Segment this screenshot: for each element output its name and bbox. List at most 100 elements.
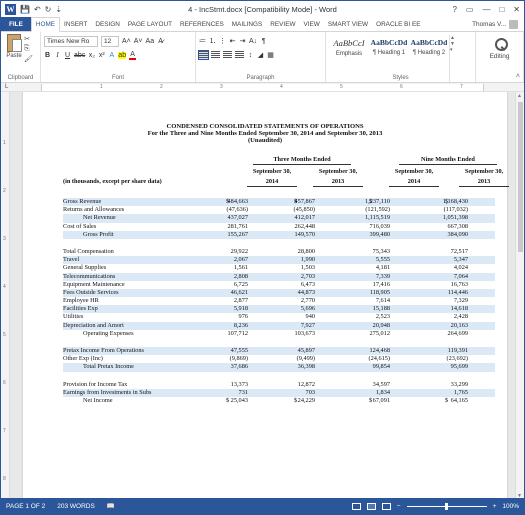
- change-case-icon[interactable]: Aa: [146, 38, 155, 45]
- tab-smart-view[interactable]: SMART VIEW: [324, 17, 372, 31]
- superscript-button[interactable]: x²: [98, 52, 105, 59]
- row-value: (9,869): [229, 355, 248, 363]
- customize-qat-icon[interactable]: ⇣: [55, 5, 62, 14]
- align-center-icon[interactable]: [211, 51, 220, 59]
- styles-group-label: Styles: [392, 75, 409, 81]
- row-value: 1,237,110: [365, 198, 390, 205]
- row-value: 7,927: [300, 321, 315, 329]
- zoom-slider[interactable]: [406, 502, 487, 510]
- status-bar: PAGE 1 OF 2 203 WORDS 📖 − + 100%: [1, 498, 524, 514]
- highlight-icon[interactable]: ab: [118, 51, 127, 59]
- tab-oracle-bi-ee[interactable]: ORACLE BI EE: [372, 17, 424, 31]
- zoom-out-button[interactable]: −: [397, 503, 401, 510]
- close-button[interactable]: ✕: [513, 5, 520, 14]
- row-label: Equipment Maintenance: [63, 280, 125, 288]
- increase-indent-icon[interactable]: ⇥: [239, 37, 246, 45]
- read-mode-icon[interactable]: [351, 502, 361, 510]
- horizontal-ruler[interactable]: L 1 2 3 4 5 6 7: [1, 83, 524, 92]
- vertical-scrollbar[interactable]: ▲ ▼: [515, 92, 524, 500]
- tab-selector-icon[interactable]: L: [5, 84, 8, 90]
- tab-home[interactable]: HOME: [30, 17, 61, 32]
- strikethrough-button[interactable]: abc: [74, 52, 85, 59]
- row-value: 262,448: [294, 222, 315, 230]
- page-count[interactable]: PAGE 1 OF 2: [6, 503, 45, 510]
- word-count[interactable]: 203 WORDS: [57, 503, 95, 510]
- tab-insert[interactable]: INSERT: [60, 17, 91, 31]
- font-size-select[interactable]: 12: [101, 35, 119, 47]
- align-left-icon[interactable]: [198, 50, 209, 60]
- scroll-thumb[interactable]: [518, 102, 523, 252]
- ruler-track: 1 2 3 4 5 6 7: [41, 84, 484, 91]
- bullets-icon[interactable]: ≔: [199, 37, 206, 45]
- row-value: 47,555: [230, 347, 248, 354]
- vertical-ruler[interactable]: 1 2 3 4 5 6 7 8: [1, 92, 10, 500]
- ruler-number: 3: [220, 84, 223, 90]
- text-effects-icon[interactable]: A: [108, 52, 115, 59]
- web-layout-icon[interactable]: [381, 502, 391, 510]
- tab-review[interactable]: REVIEW: [266, 17, 299, 31]
- format-painter-icon[interactable]: 🖌: [24, 55, 33, 63]
- row-value: 437,027: [227, 214, 248, 222]
- italic-button[interactable]: I: [54, 51, 61, 59]
- row-value: 8,236: [233, 321, 248, 329]
- line-spacing-icon[interactable]: ↕: [247, 52, 254, 59]
- clear-formatting-icon[interactable]: A̷: [157, 38, 164, 45]
- tab-page-layout[interactable]: PAGE LAYOUT: [124, 17, 176, 31]
- scroll-up-icon[interactable]: ▲: [517, 93, 522, 99]
- user-account[interactable]: Thomas V...: [472, 17, 524, 31]
- redo-icon[interactable]: ↻: [45, 5, 52, 14]
- show-marks-icon[interactable]: ¶: [260, 38, 267, 45]
- undo-icon[interactable]: ↶: [34, 5, 41, 14]
- statement-row: Employee HR 2,877 2,770 7,614 7,329: [63, 297, 495, 305]
- save-icon[interactable]: 💾: [20, 5, 30, 14]
- style-emphasis[interactable]: AaBbCcI Emphasis: [329, 35, 369, 65]
- underline-button[interactable]: U: [64, 52, 71, 59]
- styles-group: AaBbCcI Emphasis AaBbCcDd ¶ Heading 1 Aa…: [326, 32, 476, 82]
- subscript-button[interactable]: x₂: [88, 52, 95, 59]
- ribbon-display-button[interactable]: ▭: [466, 5, 474, 14]
- cut-icon[interactable]: ✂: [24, 35, 33, 43]
- shading-icon[interactable]: ◢: [257, 51, 264, 59]
- row-label: Returns and Allowances: [63, 206, 125, 214]
- row-value: (23,692): [446, 355, 468, 363]
- find-icon: [494, 36, 508, 51]
- collapse-ribbon-icon[interactable]: ˄: [516, 73, 520, 80]
- copy-icon[interactable]: ⎘: [24, 45, 33, 53]
- row-value: 1,990: [300, 256, 315, 264]
- bold-button[interactable]: B: [44, 52, 51, 59]
- style-heading-2[interactable]: AaBbCcDd ¶ Heading 2: [409, 35, 449, 65]
- proofing-icon[interactable]: 📖: [107, 502, 115, 510]
- grow-font-icon[interactable]: A˄: [122, 38, 131, 45]
- maximize-button[interactable]: □: [499, 5, 504, 14]
- window-controls: ? ▭ — □ ✕: [452, 5, 520, 14]
- align-right-icon[interactable]: [223, 51, 232, 59]
- multilevel-list-icon[interactable]: ⋮: [219, 37, 226, 45]
- style-preview: AaBbCcI: [333, 38, 365, 48]
- font-color-icon[interactable]: A: [129, 51, 137, 60]
- tab-design[interactable]: DESIGN: [91, 17, 124, 31]
- tab-mailings[interactable]: MAILINGS: [228, 17, 267, 31]
- statement-row: Earnings from Investments in Subs 731 703 1…: [63, 388, 495, 397]
- justify-icon[interactable]: [235, 51, 244, 59]
- decrease-indent-icon[interactable]: ⇤: [229, 37, 236, 45]
- zoom-in-button[interactable]: +: [493, 503, 497, 510]
- print-layout-icon[interactable]: [366, 502, 376, 510]
- style-heading-1[interactable]: AaBbCcDd ¶ Heading 1: [369, 35, 409, 65]
- tab-view[interactable]: VIEW: [300, 17, 324, 31]
- tab-references[interactable]: REFERENCES: [176, 17, 228, 31]
- borders-icon[interactable]: ▦: [267, 51, 274, 59]
- more-styles-icon[interactable]: ▾: [450, 47, 456, 53]
- tab-file[interactable]: FILE: [1, 17, 31, 31]
- document-page[interactable]: CONDENSED CONSOLIDATED STATEMENTS OF OPE…: [23, 92, 509, 500]
- row-value: 99,854: [372, 363, 390, 371]
- help-button[interactable]: ?: [452, 5, 456, 14]
- window-title: 4 - IncStmt.docx [Compatibility Mode] - …: [188, 4, 337, 14]
- font-family-select[interactable]: Times New Ro: [44, 35, 98, 47]
- shrink-font-icon[interactable]: A˅: [134, 38, 143, 45]
- row-value: 29,922: [230, 247, 248, 255]
- zoom-level[interactable]: 100%: [502, 503, 519, 510]
- minimize-button[interactable]: —: [482, 5, 490, 14]
- font-group: Times New Ro 12 A˄ A˅ Aa A̷ B I U abc x₂…: [41, 32, 196, 82]
- sort-icon[interactable]: A↓: [249, 38, 257, 45]
- numbering-icon[interactable]: ⒈: [209, 36, 216, 46]
